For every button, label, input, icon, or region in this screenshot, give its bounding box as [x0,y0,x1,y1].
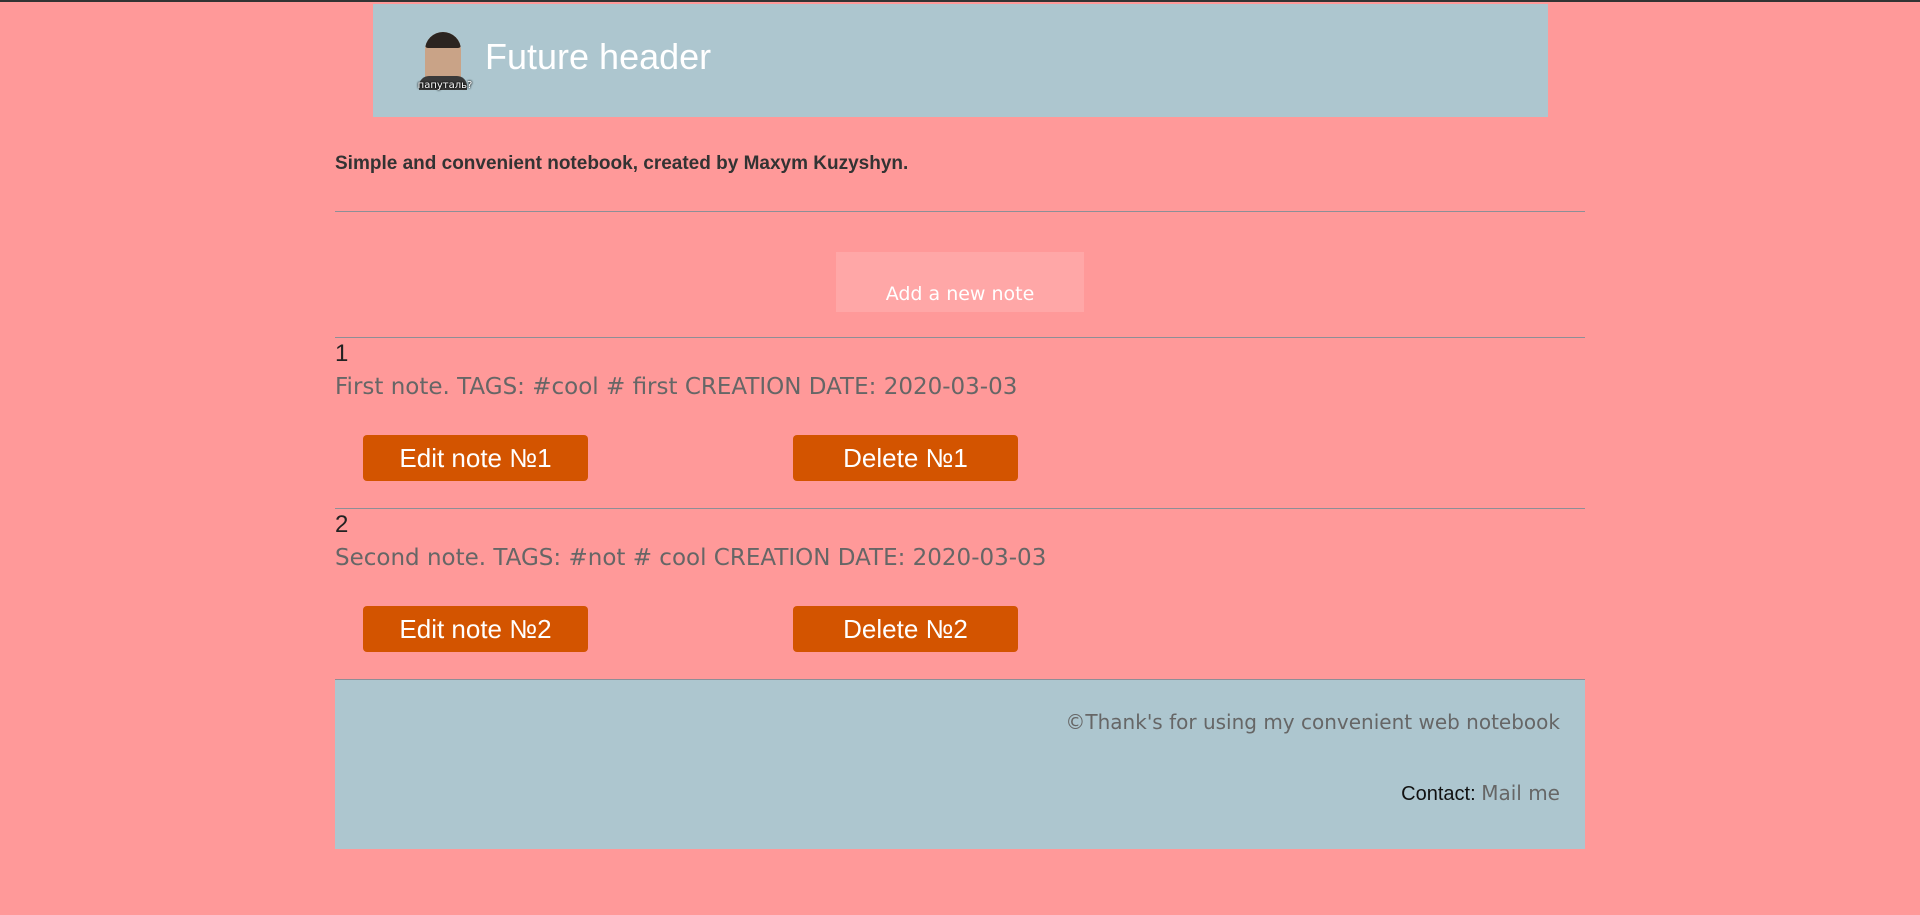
site-header: папуталь? Future header [373,4,1548,117]
divider [335,211,1585,212]
mail-link[interactable]: Mail me [1481,781,1560,805]
divider [335,508,1585,509]
site-footer: ©Thank's for using my convenient web not… [335,680,1585,849]
note-number: 2 [335,511,349,538]
note-text: First note. TAGS: #cool # first CREATION… [335,374,1018,400]
edit-note-button[interactable]: Edit note №2 [363,606,588,652]
note-text: Second note. TAGS: #not # cool CREATION … [335,545,1047,571]
avatar-hair [425,32,461,48]
footer-thanks: ©Thank's for using my convenient web not… [1065,710,1560,734]
divider [335,337,1585,338]
add-note-button[interactable]: Add a new note [836,252,1084,312]
avatar: папуталь? [413,32,473,96]
footer-contact: Contact: Mail me [1401,781,1560,806]
contact-label: Contact: [1401,783,1476,805]
delete-note-button[interactable]: Delete №2 [793,606,1018,652]
avatar-caption: папуталь? [417,80,473,91]
header-title: Future header [485,36,712,77]
note-number: 1 [335,340,349,367]
edit-note-button[interactable]: Edit note №1 [363,435,588,481]
intro-text: Simple and convenient notebook, created … [335,153,909,174]
delete-note-button[interactable]: Delete №1 [793,435,1018,481]
